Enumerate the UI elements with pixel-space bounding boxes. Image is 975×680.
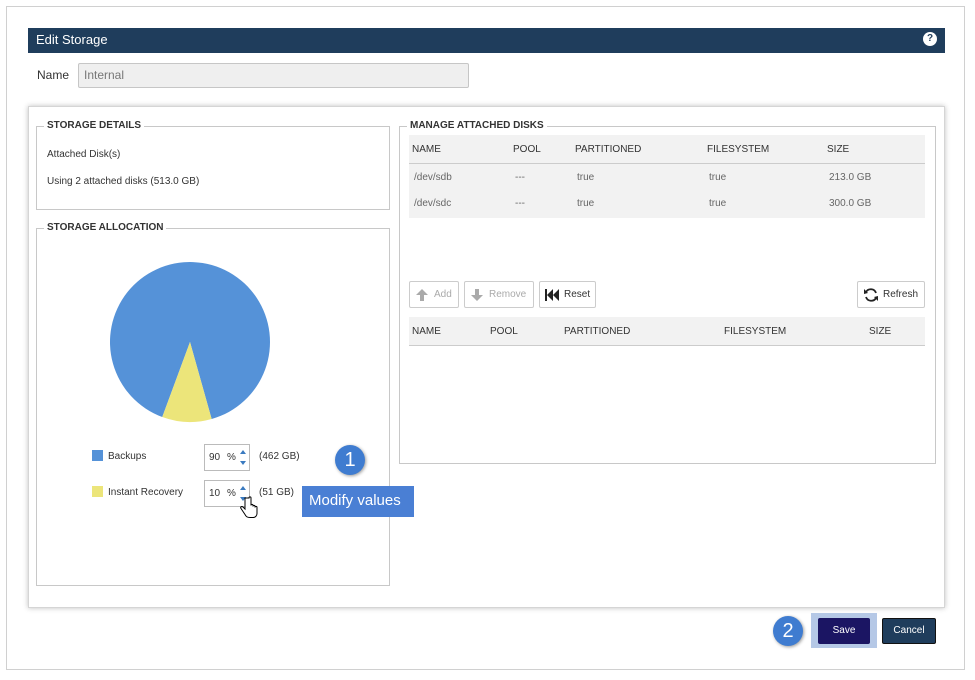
allocation-pie-chart — [110, 262, 271, 422]
col-name[interactable]: NAME — [412, 144, 441, 155]
backups-label: Backups — [108, 451, 147, 462]
instant-recovery-label: Instant Recovery — [108, 487, 184, 498]
add-button[interactable]: Add — [409, 281, 459, 308]
storage-details-box: STORAGE DETAILS Attached Disk(s) Using 2… — [36, 120, 390, 210]
storage-allocation-box: STORAGE ALLOCATION Backups 90 % (462 GB)… — [36, 222, 390, 586]
instant-recovery-percent-unit: % — [227, 488, 236, 499]
dialog-titlebar: Edit Storage ? — [28, 28, 945, 53]
cell-partitioned: true — [577, 172, 595, 183]
decrement-arrow-icon[interactable] — [240, 461, 246, 465]
cell-partitioned: true — [577, 198, 595, 209]
storage-details-legend: STORAGE DETAILS — [44, 120, 145, 131]
cell-size: 300.0 GB — [829, 198, 872, 209]
backups-percent-value: 90 — [209, 452, 221, 463]
backups-size: (462 GB) — [259, 451, 300, 462]
cell-pool: --- — [515, 198, 525, 209]
modify-values-tooltip: Modify values — [302, 486, 414, 517]
refresh-button-label: Refresh — [883, 289, 919, 300]
instant-recovery-swatch — [92, 486, 103, 497]
cell-filesystem: true — [709, 172, 727, 183]
manage-disks-box: MANAGE ATTACHED DISKS NAME POOL PARTITIO… — [399, 120, 936, 464]
reset-button-label: Reset — [564, 289, 591, 300]
manage-disks-legend: MANAGE ATTACHED DISKS — [407, 120, 547, 131]
remove-button-label: Remove — [489, 289, 527, 300]
help-icon[interactable]: ? — [923, 32, 937, 46]
cell-filesystem: true — [709, 198, 727, 209]
dialog-title: Edit Storage — [36, 32, 108, 47]
cell-name: /dev/sdb — [414, 172, 452, 183]
arrow-down-icon — [471, 289, 483, 301]
col-size[interactable]: SIZE — [827, 144, 849, 155]
remove-button[interactable]: Remove — [464, 281, 534, 308]
refresh-icon — [864, 288, 878, 302]
name-label: Name — [37, 68, 70, 82]
col-partitioned[interactable]: PARTITIONED — [564, 326, 630, 337]
cell-name: /dev/sdc — [414, 198, 452, 209]
step-2-badge: 2 — [773, 616, 803, 646]
cell-size: 213.0 GB — [829, 172, 872, 183]
content-panel: STORAGE DETAILS Attached Disk(s) Using 2… — [28, 106, 945, 608]
cancel-button[interactable]: Cancel — [882, 618, 936, 644]
rewind-icon — [545, 289, 559, 301]
attached-disks-table: NAME POOL PARTITIONED FILESYSTEM SIZE /d… — [409, 135, 925, 218]
increment-arrow-icon[interactable] — [240, 450, 246, 454]
col-filesystem[interactable]: FILESYSTEM — [707, 144, 769, 155]
name-input[interactable]: Internal — [78, 63, 469, 88]
reset-button[interactable]: Reset — [539, 281, 596, 308]
step-1-badge: 1 — [335, 445, 365, 475]
instant-recovery-size: (51 GB) — [259, 487, 295, 498]
backups-swatch — [92, 450, 103, 461]
col-pool[interactable]: POOL — [490, 326, 518, 337]
col-size[interactable]: SIZE — [869, 326, 891, 337]
arrow-up-icon — [416, 289, 428, 301]
table-row[interactable]: /dev/sdb --- true true 213.0 GB — [409, 165, 925, 191]
backups-percent-unit: % — [227, 452, 236, 463]
table-header: NAME POOL PARTITIONED FILESYSTEM SIZE — [409, 135, 925, 164]
available-disks-table-header: NAME POOL PARTITIONED FILESYSTEM SIZE — [409, 317, 925, 346]
instant-recovery-percent-value: 10 — [209, 488, 221, 499]
col-partitioned[interactable]: PARTITIONED — [575, 144, 641, 155]
increment-arrow-icon[interactable] — [240, 486, 246, 490]
backups-percent-stepper[interactable]: 90 % — [204, 444, 250, 471]
save-button[interactable]: Save — [818, 618, 870, 644]
add-button-label: Add — [434, 289, 452, 300]
cell-pool: --- — [515, 172, 525, 183]
col-pool[interactable]: POOL — [513, 144, 541, 155]
col-name[interactable]: NAME — [412, 326, 441, 337]
attached-disks-summary: Using 2 attached disks (513.0 GB) — [47, 176, 200, 187]
storage-allocation-legend: STORAGE ALLOCATION — [44, 222, 167, 233]
refresh-button[interactable]: Refresh — [857, 281, 925, 308]
attached-disks-label: Attached Disk(s) — [47, 149, 121, 160]
col-filesystem[interactable]: FILESYSTEM — [724, 326, 786, 337]
table-row[interactable]: /dev/sdc --- true true 300.0 GB — [409, 191, 925, 217]
hand-cursor-icon — [240, 496, 258, 518]
